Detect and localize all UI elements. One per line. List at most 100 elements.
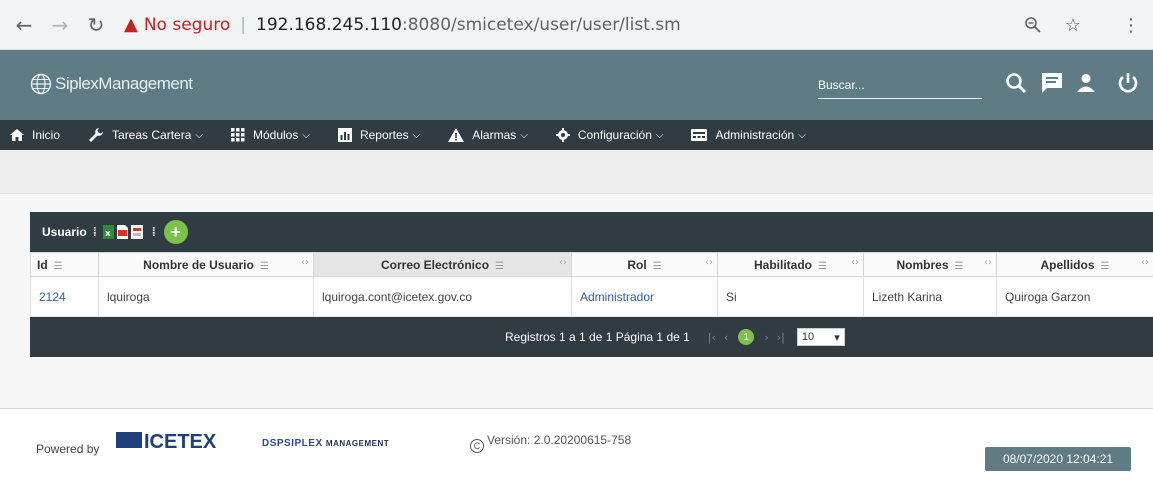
filter-icon[interactable]: ☰ [54,261,63,272]
nav-label: Configuración [577,128,652,142]
column-header-email[interactable]: Correo Electrónico ☰ ‹› [313,252,572,277]
content-area: Usuario ⁞ x ⁞ + Id ☰ Nombre de Usuario ☰ ‹›… [0,194,1153,408]
footer: Powered by ICETEX DSPSIPLEX MANAGEMENT C… [0,408,1153,483]
page-size-select[interactable]: 10 ▾ [796,328,845,346]
user-icon[interactable] [1072,69,1100,97]
next-page-icon[interactable]: › [764,331,768,344]
filter-icon[interactable]: ☰ [1101,261,1110,272]
url-host: 192.168.245.110 [256,14,403,35]
filter-icon[interactable]: ☰ [260,261,269,272]
reload-icon[interactable]: ↻ [82,11,110,39]
chevron-down-icon: ⌵ [655,129,664,141]
nav-item-reportes[interactable]: Reportes ⌵ [337,120,421,150]
add-user-button[interactable]: + [163,220,188,244]
column-header-enabled[interactable]: Habilitado ☰ ‹› [717,252,864,277]
pagination-bar: Registros 1 a 1 de 1 Página 1 de 1 |‹ ‹ … [30,317,1153,357]
forward-icon[interactable]: → [46,11,74,39]
zoom-icon[interactable] [1019,11,1047,39]
cell-role[interactable]: Administrador [571,276,718,317]
chevron-down-icon: ⌵ [520,129,528,141]
datetime-badge: 08/07/2020 12:04:21 [985,447,1131,471]
app-logo[interactable]: SiplexManagement [30,73,193,95]
column-header-role[interactable]: Rol ☰ ‹› [571,252,718,277]
security-warning: No seguro [143,14,231,35]
print-export-icon[interactable] [130,225,143,239]
column-label: Nombres [896,257,949,272]
address-separator: | [240,14,246,35]
resize-icon[interactable]: ‹› [301,257,309,268]
resize-icon[interactable]: ‹› [705,257,713,268]
nav-label: Alarmas [472,128,517,142]
browser-actions: ☆ ⋮ [1013,0,1153,50]
wrench-icon [89,128,104,142]
report-icon [337,128,352,142]
page-root: ← → ↻ ▲ No seguro | 192.168.245.110 :808… [0,0,1153,483]
nav-item-administracion[interactable]: Administración ⌵ [691,120,806,150]
powered-by-text: Powered by [36,442,100,456]
svg-text:x: x [105,229,111,239]
browser-toolbar: ← → ↻ ▲ No seguro | 192.168.245.110 :808… [0,0,1153,50]
excel-export-icon[interactable]: x [102,225,114,239]
filter-icon[interactable]: ☰ [818,261,827,272]
resize-icon[interactable]: ‹› [984,257,992,268]
column-header-names[interactable]: Nombres ☰ ‹› [863,252,997,277]
column-label: Rol [627,257,647,272]
column-label: Id [37,257,48,272]
menu-icon[interactable]: ⋮ [1117,11,1145,39]
prev-page-icon[interactable]: ‹ [724,331,728,344]
nav-item-alarmas[interactable]: Alarmas ⌵ [448,120,528,150]
filter-icon[interactable]: ☰ [653,261,662,272]
chevron-down-icon: ⌵ [412,129,421,141]
pdf-export-icon[interactable] [116,225,128,239]
cell-enabled: Si [717,276,864,317]
logo-text: SiplexManagement [55,74,193,93]
table-header-row: Id ☰ Nombre de Usuario ☰ ‹› Correo Electrón… [30,252,1153,277]
panel-header: Usuario ⁞ x ⁞ + [30,212,1153,252]
search-icon[interactable] [1002,69,1030,97]
nav-label: Reportes [359,128,409,142]
first-page-icon[interactable]: |‹ [708,331,716,344]
power-icon[interactable] [1114,69,1142,97]
column-header-id[interactable]: Id ☰ [30,252,99,277]
app-header: SiplexManagement [0,50,1153,120]
filter-icon[interactable]: ☰ [955,261,964,272]
chevron-down-icon: ⌵ [798,129,806,141]
column-header-username[interactable]: Nombre de Usuario ☰ ‹› [98,252,314,277]
search-input[interactable] [818,73,982,97]
pagination-summary: Registros 1 a 1 de 1 Página 1 de 1 [505,330,690,344]
cell-names: Lizeth Karina [863,276,997,317]
page-size-value: 10 [801,331,815,343]
nav-item-modulos[interactable]: Módulos ⌵ [230,120,310,150]
version-info: C Versión: 2.0.20200615-758 [470,433,631,453]
chat-icon[interactable] [1038,69,1066,97]
resize-icon[interactable]: ‹› [1141,257,1149,268]
nav-item-inicio[interactable]: Inicio [10,120,60,150]
admin-icon [691,129,708,141]
icetex-logo: ICETEX [116,431,217,453]
copyright-icon: C [470,439,484,453]
users-panel: Usuario ⁞ x ⁞ + Id ☰ Nombre de Usuario ☰ ‹›… [30,212,1153,357]
resize-icon[interactable]: ‹› [559,257,567,268]
table-row[interactable]: 2124 lquiroga lquiroga.cont@icetex.gov.c… [30,276,1153,317]
nav-item-tareas-cartera[interactable]: Tareas Cartera ⌵ [88,120,203,150]
chevron-down-icon: ▾ [834,331,840,344]
main-nav: Inicio Tareas Cartera ⌵ Módulos ⌵ Report… [0,120,1153,150]
column-label: Apellidos [1040,257,1095,272]
cell-id[interactable]: 2124 [30,276,99,317]
nav-item-configuracion[interactable]: Configuración ⌵ [555,120,664,150]
top-band [0,150,1153,194]
star-icon[interactable]: ☆ [1059,11,1087,39]
last-page-icon[interactable]: ›| [777,331,785,344]
siplex-logo-subtext: MANAGEMENT [325,439,390,448]
filter-icon[interactable]: ☰ [495,261,504,272]
column-header-surnames[interactable]: Apellidos ☰ ‹› [996,252,1153,277]
users-table: Id ☰ Nombre de Usuario ☰ ‹› Correo Electrón… [30,252,1153,317]
address-bar[interactable]: ▲ No seguro | 192.168.245.110 :8080/smic… [124,8,681,42]
resize-icon[interactable]: ‹› [851,257,859,268]
url-path: :8080/smicetex/user/user/list.sm [402,14,681,35]
current-page-button[interactable]: 1 [738,329,755,345]
cell-surnames: Quiroga Garzon [996,276,1153,317]
warning-icon: ▲ [124,14,138,35]
back-icon[interactable]: ← [10,11,38,39]
siplex-logo-text: DSPSIPLEX [262,438,323,449]
